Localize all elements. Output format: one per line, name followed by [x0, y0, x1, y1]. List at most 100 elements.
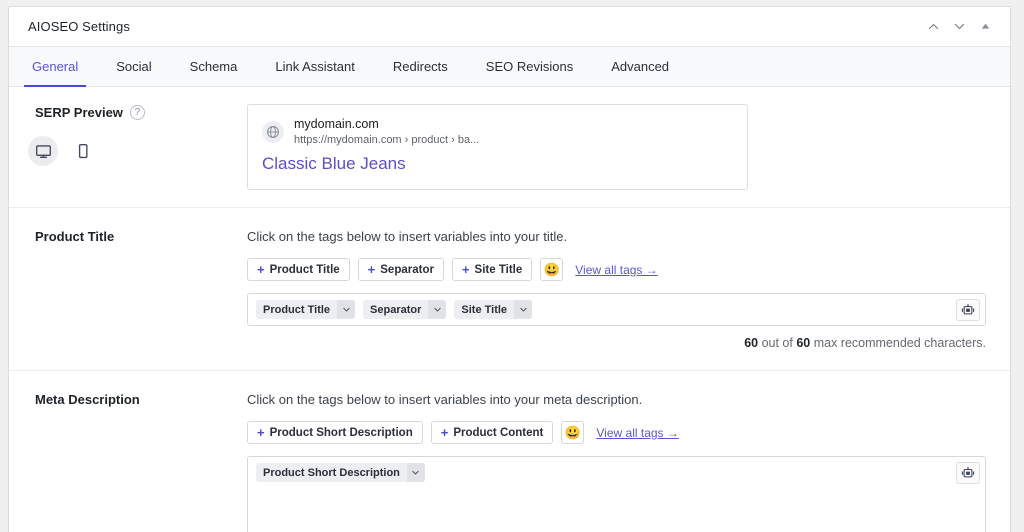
chevron-down-icon[interactable]	[407, 463, 425, 482]
tab-link-assistant[interactable]: Link Assistant	[256, 47, 374, 86]
tab-label: Advanced	[611, 59, 669, 74]
product-title-tag-buttons: + Product Title + Separator + Site Title…	[247, 258, 986, 281]
counter-max: 60	[796, 336, 810, 350]
meta-description-tag-buttons: + Product Short Description + Product Co…	[247, 421, 986, 444]
tab-general[interactable]: General	[13, 47, 97, 86]
tab-redirects[interactable]: Redirects	[374, 47, 467, 86]
chip-label: Separator	[363, 300, 428, 319]
serp-preview-card: mydomain.com https://mydomain.com › prod…	[247, 104, 748, 190]
panel-header-actions	[922, 16, 1000, 38]
insert-tag-separator-button[interactable]: + Separator	[358, 258, 444, 281]
aioseo-settings-metabox: AIOSEO Settings	[8, 6, 1011, 532]
collapse-icon	[980, 21, 991, 32]
mobile-preview-button[interactable]	[68, 136, 98, 166]
chevron-down-glyph-icon	[411, 468, 420, 477]
tab-label: Link Assistant	[275, 59, 355, 74]
move-down-button[interactable]	[948, 16, 970, 38]
chip-product-short-description[interactable]: Product Short Description	[256, 463, 425, 482]
screen: AIOSEO Settings	[0, 0, 1024, 532]
serp-preview-label-col: SERP Preview ?	[35, 104, 247, 190]
serp-site-line: mydomain.com https://mydomain.com › prod…	[262, 117, 733, 147]
meta-description-chips: Product Short Description	[256, 463, 939, 482]
tag-label: Site Title	[475, 264, 523, 276]
view-all-tags-link[interactable]: View all tags →	[596, 426, 678, 440]
plus-icon: +	[257, 263, 265, 276]
device-toggle-group	[28, 136, 145, 166]
chevron-down-icon[interactable]	[337, 300, 355, 319]
view-all-tags-link[interactable]: View all tags →	[575, 263, 657, 277]
product-title-character-counter: 60 out of 60 max recommended characters.	[247, 336, 986, 350]
toggle-panel-button[interactable]	[974, 16, 996, 38]
tab-label: Schema	[190, 59, 238, 74]
tab-label: SEO Revisions	[486, 59, 573, 74]
tag-label: Product Title	[270, 264, 340, 276]
chip-separator[interactable]: Separator	[363, 300, 446, 319]
tab-advanced[interactable]: Advanced	[592, 47, 688, 86]
meta-description-row: Meta Description Click on the tags below…	[9, 371, 1010, 532]
product-title-input[interactable]: Product Title Separator	[247, 293, 986, 326]
tab-label: Social	[116, 59, 151, 74]
tab-social[interactable]: Social	[97, 47, 170, 86]
settings-tabs: General Social Schema Link Assistant Red…	[9, 47, 1010, 87]
globe-glyph-icon	[266, 125, 280, 139]
chevron-down-icon[interactable]	[514, 300, 532, 319]
serp-domain: mydomain.com	[294, 117, 479, 133]
monitor-icon	[35, 143, 52, 160]
chevron-down-glyph-icon	[433, 305, 442, 314]
ai-generate-description-button[interactable]	[956, 462, 980, 484]
product-title-label: Product Title	[35, 228, 247, 350]
tag-label: Product Short Description	[270, 427, 413, 439]
chevron-down-icon[interactable]	[428, 300, 446, 319]
tab-schema[interactable]: Schema	[171, 47, 257, 86]
serp-preview-row: SERP Preview ?	[9, 87, 1010, 208]
chip-product-title[interactable]: Product Title	[256, 300, 355, 319]
help-icon[interactable]: ?	[130, 105, 145, 120]
counter-suffix: max recommended characters.	[810, 336, 986, 350]
panel-header: AIOSEO Settings	[9, 7, 1010, 47]
product-title-row: Product Title Click on the tags below to…	[9, 208, 1010, 371]
serp-preview-label: SERP Preview	[35, 105, 123, 120]
move-up-button[interactable]	[922, 16, 944, 38]
plus-icon: +	[257, 426, 265, 439]
globe-icon	[262, 121, 284, 143]
insert-tag-product-short-description-button[interactable]: + Product Short Description	[247, 421, 423, 444]
plus-icon: +	[462, 263, 470, 276]
chevron-down-glyph-icon	[342, 305, 351, 314]
meta-description-content: Click on the tags below to insert variab…	[247, 391, 986, 532]
emoji-picker-button[interactable]: 😃	[540, 258, 563, 281]
insert-tag-product-content-button[interactable]: + Product Content	[431, 421, 554, 444]
ai-generate-title-button[interactable]	[956, 299, 980, 321]
chip-label: Product Short Description	[256, 463, 407, 482]
plus-icon: +	[441, 426, 449, 439]
chip-label: Site Title	[454, 300, 514, 319]
meta-description-helper-text: Click on the tags below to insert variab…	[247, 391, 986, 409]
settings-body: SERP Preview ?	[9, 87, 1010, 532]
tag-label: Separator	[380, 264, 434, 276]
chevron-down-glyph-icon	[519, 305, 528, 314]
product-title-chips: Product Title Separator	[256, 300, 939, 319]
tag-label: Product Content	[453, 427, 543, 439]
desktop-preview-button[interactable]	[28, 136, 58, 166]
insert-tag-product-title-button[interactable]: + Product Title	[247, 258, 350, 281]
robot-icon	[961, 303, 975, 317]
meta-description-input[interactable]: Product Short Description	[247, 456, 986, 532]
chip-site-title[interactable]: Site Title	[454, 300, 532, 319]
counter-count: 60	[744, 336, 758, 350]
plus-icon: +	[368, 263, 376, 276]
serp-preview-content: mydomain.com https://mydomain.com › prod…	[247, 104, 986, 190]
mobile-icon	[76, 143, 90, 160]
chevron-down-icon	[953, 20, 966, 33]
chip-label: Product Title	[256, 300, 337, 319]
tab-seo-revisions[interactable]: SEO Revisions	[467, 47, 592, 86]
tab-label: Redirects	[393, 59, 448, 74]
product-title-helper-text: Click on the tags below to insert variab…	[247, 228, 986, 246]
counter-middle: out of	[758, 336, 796, 350]
emoji-picker-button[interactable]: 😃	[561, 421, 584, 444]
serp-title[interactable]: Classic Blue Jeans	[262, 154, 733, 174]
product-title-content: Click on the tags below to insert variab…	[247, 228, 986, 350]
insert-tag-site-title-button[interactable]: + Site Title	[452, 258, 532, 281]
serp-url: https://mydomain.com › product › ba...	[294, 133, 479, 148]
tab-label: General	[32, 59, 78, 74]
chevron-up-icon	[927, 20, 940, 33]
meta-description-label: Meta Description	[35, 391, 247, 532]
